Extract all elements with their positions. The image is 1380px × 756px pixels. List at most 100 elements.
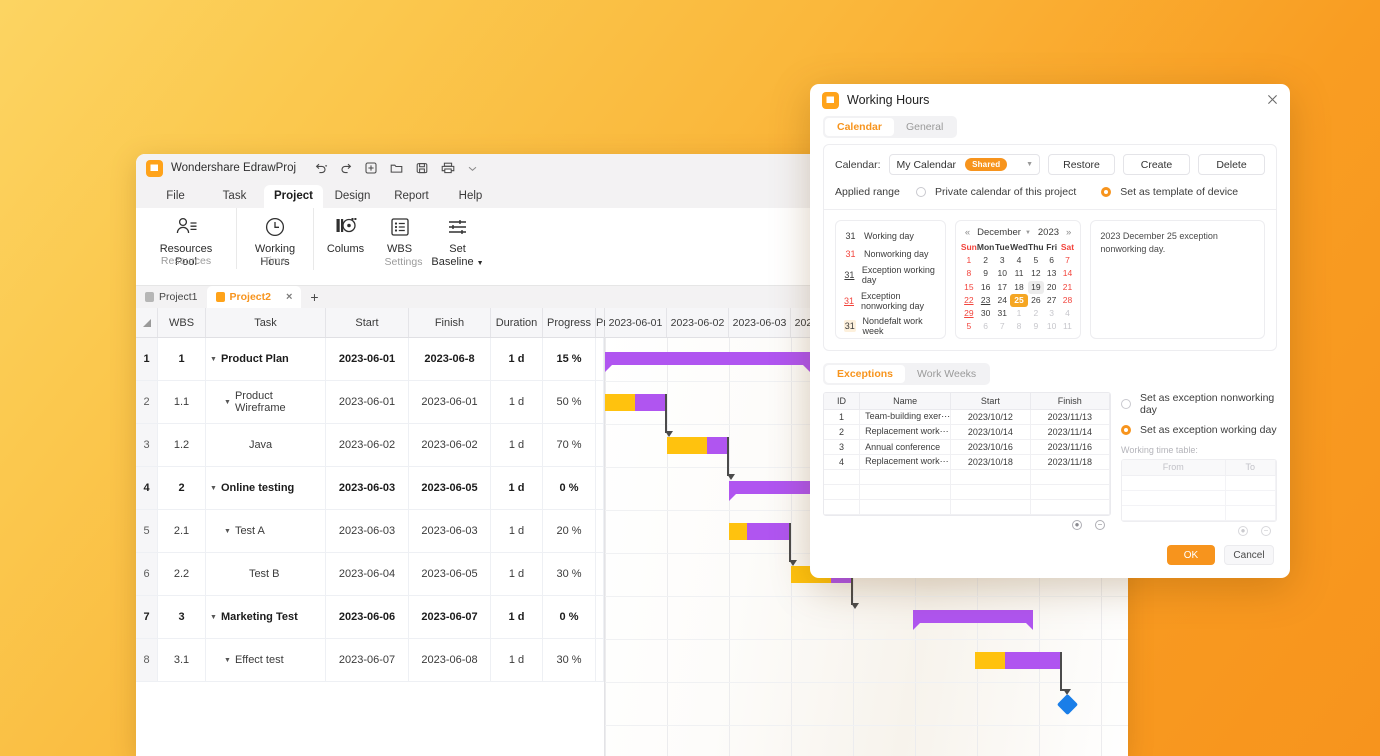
- calendar-day-cell[interactable]: 3: [994, 254, 1010, 267]
- chevron-down-icon[interactable]: ▼: [210, 485, 217, 492]
- ribbon-tab-project[interactable]: Project: [264, 185, 323, 208]
- column-header-duration[interactable]: Duration: [491, 308, 543, 337]
- prev-month-button[interactable]: «: [965, 227, 970, 238]
- table-row[interactable]: 52.1▼Test A2023-06-032023-06-031 d20 %: [136, 510, 604, 553]
- calendar-day-cell[interactable]: 1: [961, 254, 977, 267]
- ribbon-tab-report[interactable]: Report: [382, 185, 441, 208]
- cell-progress[interactable]: 70 %: [543, 424, 596, 466]
- cell-duration[interactable]: 1 d: [491, 467, 543, 509]
- calendar-day-cell[interactable]: 19: [1028, 281, 1044, 294]
- calendar-day-cell[interactable]: 11: [1060, 320, 1076, 333]
- cell-wbs[interactable]: 3: [158, 596, 206, 638]
- calendar-day-cell[interactable]: 4: [1010, 254, 1028, 267]
- ribbon-tab-help[interactable]: Help: [441, 185, 500, 208]
- calendar-day-cell[interactable]: 23: [977, 294, 994, 307]
- remove-row-icon[interactable]: −: [1095, 520, 1105, 530]
- gantt-summary-bar[interactable]: [605, 352, 810, 365]
- redo-icon[interactable]: [341, 162, 352, 174]
- table-row-empty[interactable]: [824, 469, 1110, 484]
- cell-duration[interactable]: 1 d: [491, 338, 543, 380]
- cell-wbs[interactable]: 1.1: [158, 381, 206, 423]
- calendar-day-cell[interactable]: 7: [994, 320, 1010, 333]
- table-row[interactable]: 21.1▼Product Wireframe2023-06-012023-06-…: [136, 381, 604, 424]
- table-row-empty[interactable]: [1122, 475, 1276, 490]
- calendar-day-cell[interactable]: 5: [961, 320, 977, 333]
- table-row-empty[interactable]: [1122, 505, 1276, 520]
- cell-predecessor[interactable]: [596, 639, 604, 681]
- chevron-down-icon[interactable]: ▼: [210, 356, 217, 363]
- cell-start[interactable]: 2023-06-07: [326, 639, 409, 681]
- calendar-day-cell[interactable]: 10: [994, 267, 1010, 280]
- column-header-wbs[interactable]: WBS: [158, 308, 206, 337]
- ribbon-tab-task[interactable]: Task: [205, 185, 264, 208]
- calendar-day-cell[interactable]: 14: [1060, 267, 1076, 280]
- calendar-day-cell[interactable]: 15: [961, 281, 977, 294]
- chevron-down-icon[interactable]: ▼: [224, 399, 231, 406]
- cell-finish[interactable]: 2023-06-05: [409, 553, 491, 595]
- calendar-day-cell[interactable]: 7: [1060, 254, 1076, 267]
- cell-progress[interactable]: 30 %: [543, 553, 596, 595]
- calendar-day-cell[interactable]: 12: [1028, 267, 1044, 280]
- calendar-day-cell[interactable]: 17: [994, 281, 1010, 294]
- cell-predecessor[interactable]: [596, 424, 604, 466]
- undo-icon[interactable]: [315, 162, 328, 174]
- tab-calendar[interactable]: Calendar: [825, 118, 894, 136]
- table-row[interactable]: 11▼Product Plan2023-06-012023-06-81 d15 …: [136, 338, 604, 381]
- table-row[interactable]: 73▼Marketing Test2023-06-062023-06-071 d…: [136, 596, 604, 639]
- close-icon[interactable]: [1267, 93, 1278, 108]
- cell-finish[interactable]: 2023-06-8: [409, 338, 491, 380]
- exceptions-table[interactable]: ID Name Start Finish 1Team-building exer…: [823, 392, 1111, 516]
- table-row[interactable]: 3Annual conference2023/10/162023/11/16: [824, 439, 1110, 454]
- calendar-day-cell[interactable]: 21: [1060, 281, 1076, 294]
- calendar-day-cell[interactable]: 20: [1044, 281, 1060, 294]
- calendar-day-cell[interactable]: 8: [961, 267, 977, 280]
- cell-task[interactable]: ▼Test B: [206, 553, 326, 595]
- radio-exception-nonworking[interactable]: [1121, 399, 1131, 409]
- gantt-task-bar[interactable]: [729, 523, 789, 540]
- column-header-progress[interactable]: Progress: [543, 308, 596, 337]
- month-calendar[interactable]: « December ▼ 2023 » SunMonTueWedThuFriSa…: [955, 220, 1082, 339]
- cell-progress[interactable]: 0 %: [543, 596, 596, 638]
- calendar-day-cell[interactable]: 10: [1044, 320, 1060, 333]
- tab-work-weeks[interactable]: Work Weeks: [905, 365, 988, 383]
- calendar-day-cell[interactable]: 28: [1060, 294, 1076, 307]
- cancel-button[interactable]: Cancel: [1224, 545, 1274, 565]
- cell-progress[interactable]: 30 %: [543, 639, 596, 681]
- cell-start[interactable]: 2023-06-03: [326, 510, 409, 552]
- cell-task[interactable]: ▼Online testing: [206, 467, 326, 509]
- restore-button[interactable]: Restore: [1048, 154, 1115, 175]
- calendar-day-cell[interactable]: 11: [1010, 267, 1028, 280]
- calendar-day-cell[interactable]: 9: [1028, 320, 1044, 333]
- create-button[interactable]: Create: [1123, 154, 1190, 175]
- cell-predecessor[interactable]: [596, 338, 604, 380]
- cell-predecessor[interactable]: [596, 553, 604, 595]
- cell-duration[interactable]: 1 d: [491, 639, 543, 681]
- cell-wbs[interactable]: 1: [158, 338, 206, 380]
- calendar-day-cell[interactable]: 13: [1044, 267, 1060, 280]
- table-row[interactable]: 31.2▼Java2023-06-022023-06-021 d70 %: [136, 424, 604, 467]
- calendar-day-cell[interactable]: 26: [1028, 294, 1044, 307]
- columns-button[interactable]: Colums: [317, 214, 375, 256]
- cell-task[interactable]: ▼Product Wireframe: [206, 381, 326, 423]
- gantt-task-bar[interactable]: [667, 437, 727, 454]
- cell-predecessor[interactable]: [596, 381, 604, 423]
- cell-progress[interactable]: 20 %: [543, 510, 596, 552]
- gantt-summary-bar[interactable]: [913, 610, 1033, 623]
- cell-finish[interactable]: 2023-06-01: [409, 381, 491, 423]
- cell-predecessor[interactable]: [596, 596, 604, 638]
- select-all-cell[interactable]: [136, 308, 158, 337]
- table-row-empty[interactable]: [824, 499, 1110, 514]
- cell-wbs[interactable]: 3.1: [158, 639, 206, 681]
- cell-progress[interactable]: 0 %: [543, 467, 596, 509]
- column-header-start[interactable]: Start: [326, 308, 409, 337]
- chevron-down-icon[interactable]: ▼: [1025, 230, 1031, 236]
- calendar-day-cell[interactable]: 22: [961, 294, 977, 307]
- calendar-day-grid[interactable]: SunMonTueWedThuFriSat1234567891011121314…: [961, 241, 1076, 333]
- doc-tab-project2[interactable]: Project2 ×: [207, 286, 302, 308]
- next-month-button[interactable]: »: [1066, 227, 1071, 238]
- close-icon[interactable]: ×: [286, 291, 292, 303]
- calendar-day-cell[interactable]: 4: [1060, 307, 1076, 320]
- table-row[interactable]: 2Replacement work⋯2023/10/142023/11/14: [824, 424, 1110, 439]
- cell-start[interactable]: 2023-06-01: [326, 338, 409, 380]
- calendar-day-cell[interactable]: 30: [977, 307, 994, 320]
